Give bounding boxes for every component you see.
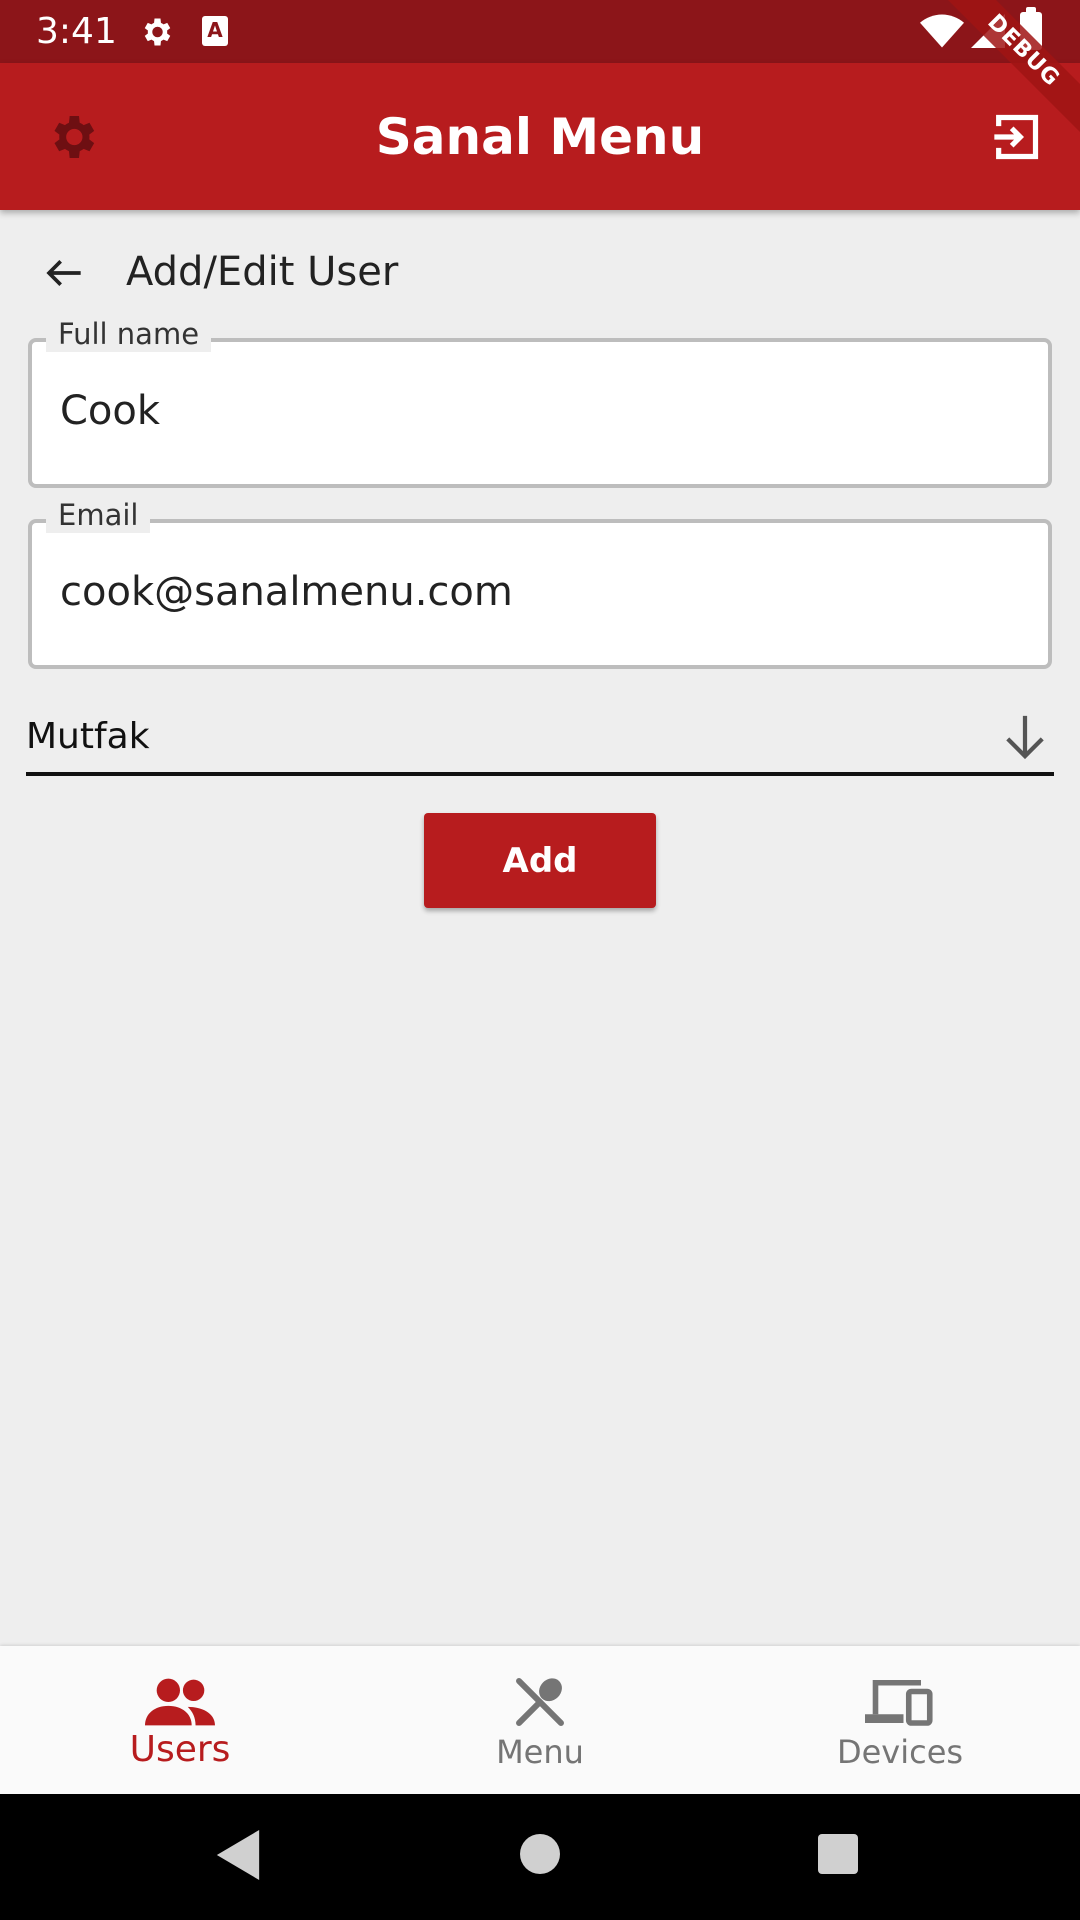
- system-home-icon[interactable]: [520, 1834, 560, 1874]
- a-badge-icon: A: [202, 16, 228, 46]
- app-title: Sanal Menu: [375, 108, 705, 166]
- wifi-icon: [920, 14, 964, 48]
- page-title: Add/Edit User: [126, 249, 399, 295]
- system-back-icon[interactable]: [216, 1830, 260, 1880]
- full-name-label: Full name: [46, 316, 212, 352]
- status-bar: 3:41 A: [0, 0, 1080, 63]
- battery-icon: [1020, 7, 1042, 50]
- system-navigation-bar: [0, 1794, 1080, 1920]
- gear-icon: [144, 18, 171, 46]
- utensils-icon: [516, 1678, 564, 1726]
- email-field[interactable]: Email cook@sanalmenu.com: [28, 497, 1052, 669]
- email-input[interactable]: cook@sanalmenu.com: [60, 567, 513, 617]
- role-selected-value: Mutfak: [26, 716, 150, 757]
- back-arrow-icon[interactable]: [44, 256, 84, 290]
- status-time: 3:41: [36, 11, 117, 52]
- nav-label-menu: Menu: [496, 1733, 584, 1771]
- role-dropdown[interactable]: Mutfak: [26, 704, 1054, 776]
- nav-label-devices: Devices: [836, 1733, 964, 1771]
- nav-item-users[interactable]: Users: [0, 1646, 360, 1794]
- app-bar: Sanal Menu: [0, 63, 1080, 210]
- full-name-input[interactable]: Cook: [60, 386, 160, 436]
- email-label: Email: [46, 497, 151, 533]
- users-icon: [145, 1678, 215, 1726]
- full-name-field[interactable]: Full name Cook: [28, 316, 1052, 488]
- nav-label-users: Users: [129, 1729, 231, 1770]
- add-button[interactable]: Add: [424, 813, 656, 908]
- system-recents-icon[interactable]: [818, 1834, 858, 1874]
- signal-icon: [971, 14, 1005, 48]
- nav-item-menu[interactable]: Menu: [360, 1646, 720, 1794]
- bottom-navigation: Users Menu Devices: [0, 1646, 1080, 1794]
- devices-icon: [865, 1679, 933, 1726]
- logout-icon[interactable]: [990, 111, 1042, 163]
- arrow-down-icon: [1006, 715, 1044, 760]
- nav-item-devices[interactable]: Devices: [720, 1646, 1080, 1794]
